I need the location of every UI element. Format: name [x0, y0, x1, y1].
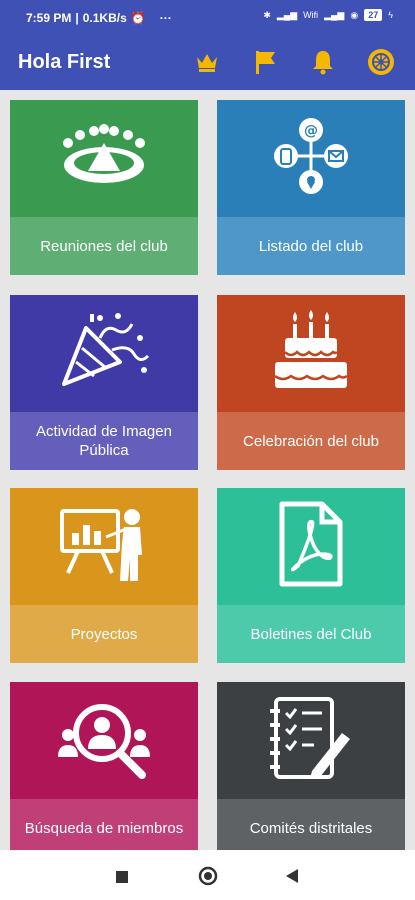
- status-right: ✱ ▂▄▆ Wifi ▂▄▆ ◉ 27 ϟ: [263, 9, 393, 21]
- tile-image: [217, 295, 405, 412]
- home-button[interactable]: [198, 866, 218, 891]
- tile-reuniones[interactable]: Reuniones del club: [10, 100, 198, 275]
- menu-grid: Reuniones del club @ Listado del club Ac…: [0, 90, 415, 850]
- tile-listado[interactable]: @ Listado del club: [217, 100, 405, 275]
- tile-busqueda[interactable]: Búsqueda de miembros: [10, 682, 198, 850]
- tile-image: [10, 295, 198, 412]
- tile-label: Comités distritales: [217, 799, 405, 850]
- wifi-icon: ◉: [350, 9, 359, 20]
- bluetooth-icon: ✱: [263, 9, 271, 20]
- status-speed: 0.1KB/s: [82, 11, 127, 25]
- app-bar-actions: [187, 44, 401, 80]
- party-popper-icon: [56, 310, 152, 397]
- meeting-icon: [58, 121, 150, 196]
- app-bar: Hola First: [0, 34, 415, 90]
- svg-text:@: @: [304, 123, 318, 139]
- member-search-icon: [56, 695, 152, 786]
- rotary-wheel-icon[interactable]: [361, 44, 401, 80]
- status-dots: ···: [159, 11, 172, 25]
- tile-image: [217, 488, 405, 605]
- tile-proyectos[interactable]: Proyectos: [10, 488, 198, 663]
- birthday-cake-icon: [271, 308, 351, 399]
- system-nav-bar: [0, 850, 415, 900]
- tile-label: Boletines del Club: [217, 605, 405, 663]
- crown-icon[interactable]: [187, 44, 227, 80]
- tile-label: Listado del club: [217, 217, 405, 275]
- app-title: Hola First: [18, 51, 111, 73]
- tile-label: Búsqueda de miembros: [10, 799, 198, 850]
- back-button[interactable]: [285, 868, 299, 889]
- tile-image: [10, 488, 198, 605]
- flag-icon[interactable]: [245, 44, 285, 80]
- signal-icon: ▂▄▆: [276, 9, 298, 20]
- tile-celebracion[interactable]: Celebración del club: [217, 295, 405, 470]
- presentation-icon: [58, 503, 150, 590]
- tile-image: [10, 100, 198, 217]
- status-separator: |: [75, 11, 79, 25]
- wifi-label: Wifi: [303, 10, 319, 20]
- charging-icon: ϟ: [388, 10, 393, 20]
- recents-button[interactable]: [116, 870, 128, 888]
- tile-label: Actividad de Imagen Pública: [10, 412, 198, 470]
- tile-label: Reuniones del club: [10, 217, 198, 275]
- tile-image: @: [217, 100, 405, 217]
- tile-image: [10, 682, 198, 799]
- tile-imagen-publica[interactable]: Actividad de Imagen Pública: [10, 295, 198, 470]
- alarm-icon: ⏰: [130, 11, 146, 25]
- tile-label: Proyectos: [10, 605, 198, 663]
- signal-icon-2: ▂▄▆: [324, 9, 345, 20]
- pdf-file-icon: [276, 498, 346, 595]
- tile-label: Celebración del club: [217, 412, 405, 470]
- battery-icon: 27: [364, 9, 383, 21]
- tile-image: [217, 682, 405, 799]
- status-bar: 7:59 PM | 0.1KB/s ⏰ ··· ✱ ▂▄▆ Wifi ▂▄▆ ◉…: [0, 0, 415, 34]
- bell-icon[interactable]: [303, 44, 343, 80]
- tile-boletines[interactable]: Boletines del Club: [217, 488, 405, 663]
- status-time: 7:59 PM: [26, 11, 72, 25]
- tile-comites[interactable]: Comités distritales: [217, 682, 405, 850]
- status-left: 7:59 PM | 0.1KB/s ⏰ ···: [26, 11, 172, 25]
- checklist-icon: [268, 693, 354, 788]
- contacts-icon: @: [268, 116, 354, 201]
